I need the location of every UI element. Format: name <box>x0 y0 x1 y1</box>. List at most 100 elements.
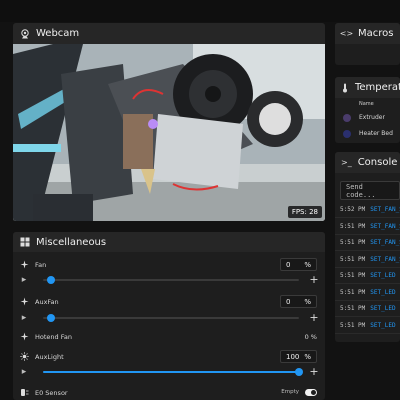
hotend-fan-value: 0 % <box>304 333 317 341</box>
heater-bed-color-swatch[interactable] <box>343 130 351 138</box>
auxfan-value-input[interactable]: 0 % <box>280 295 317 308</box>
hotend-fan-row: Hotend Fan 0 % <box>13 331 325 343</box>
console-line: 5:51 PM SET_FAN_S <box>340 223 400 230</box>
console-line-time: 5:51 PM <box>340 272 366 279</box>
extruder-color-swatch[interactable] <box>343 114 351 122</box>
fan-label: Fan <box>35 260 47 269</box>
temperatures-header[interactable]: Temperatures <box>335 77 400 98</box>
auxlight-decrease-button[interactable]: ▸ <box>19 367 29 377</box>
auxlight-slider-knob[interactable] <box>295 368 303 376</box>
fan-icon <box>20 260 29 269</box>
auxlight-label: AuxLight <box>35 352 64 361</box>
auxlight-row: AuxLight 100 % <box>13 349 325 363</box>
thermometer-icon <box>341 82 349 93</box>
console-line-command[interactable]: SET_LED <box>370 272 395 279</box>
console-line-time: 5:51 PM <box>340 222 366 230</box>
console-divider <box>335 217 400 218</box>
misc-header[interactable]: Miscellaneous <box>13 232 325 252</box>
console-line-command[interactable]: SET_FAN_S <box>370 239 400 246</box>
e0-sensor-label: E0 Sensor <box>35 388 68 397</box>
auxfan-label: AuxFan <box>35 297 59 306</box>
terminal-icon: >_ <box>341 158 352 167</box>
console-line-time: 5:51 PM <box>340 239 366 246</box>
webcam-image <box>13 44 325 221</box>
console-line: 5:51 PM SET_LED <box>340 289 396 296</box>
console-panel: >_ Console Send code... 5:52 PM SET_FAN_S… <box>335 152 400 342</box>
console-line-time: 5:51 PM <box>340 321 366 329</box>
console-divider <box>335 332 400 334</box>
webcam-title: Webcam <box>36 28 80 39</box>
top-app-bar <box>0 0 400 22</box>
macros-panel: <> Macros <box>335 23 400 65</box>
temperature-name: Extruder <box>359 114 385 121</box>
console-line-time: 5:51 PM <box>340 255 366 263</box>
temperatures-col-name: Name <box>359 101 374 107</box>
e0-sensor-toggle[interactable] <box>305 389 317 396</box>
console-line: 5:51 PM SET_LED <box>340 322 396 329</box>
macros-title: Macros <box>358 28 394 39</box>
console-line-command[interactable]: SET_LED <box>370 322 395 329</box>
sensor-icon <box>20 388 29 397</box>
console-divider <box>335 283 400 284</box>
console-divider <box>335 233 400 235</box>
webcam-stream: FPS: 28 <box>13 44 325 221</box>
console-line-command[interactable]: SET_FAN_S <box>370 223 400 230</box>
console-divider <box>335 299 400 301</box>
miscellaneous-panel: Miscellaneous Fan 0 % ▸ + AuxFan 0 % ▸ +… <box>13 232 325 400</box>
auxlight-slider[interactable]: ▸ + <box>19 366 319 377</box>
console-line: 5:51 PM SET_FAN_S <box>340 256 400 263</box>
temperatures-panel: Temperatures Name Extruder Heater Bed <box>335 77 400 143</box>
fan-value-input[interactable]: 0 % <box>280 258 317 271</box>
fan-slider-knob[interactable] <box>46 276 55 284</box>
webcam-panel: Webcam FPS: 28 <box>13 23 325 221</box>
console-line-command[interactable]: SET_LED <box>370 289 395 296</box>
auxfan-increase-button[interactable]: + <box>309 312 319 323</box>
fan-unit: % <box>304 260 311 269</box>
console-line-time: 5:51 PM <box>340 305 366 312</box>
fan-decrease-button[interactable]: ▸ <box>19 275 29 285</box>
macros-header[interactable]: <> Macros <box>335 23 400 44</box>
auxlight-unit: % <box>304 352 311 361</box>
console-divider <box>335 316 400 317</box>
console-line-command[interactable]: SET_FAN_S <box>370 206 400 213</box>
webcam-header[interactable]: Webcam <box>13 23 325 44</box>
fan-row: Fan 0 % <box>13 257 325 271</box>
console-line: 5:52 PM SET_FAN_S <box>340 206 400 213</box>
fps-counter: FPS: 28 <box>287 206 322 218</box>
code-icon: <> <box>339 29 354 38</box>
temperatures-title: Temperatures <box>355 82 400 93</box>
console-line: 5:51 PM SET_FAN_S <box>340 239 400 246</box>
auxfan-slider[interactable]: ▸ + <box>19 312 319 323</box>
console-line-command[interactable]: SET_FAN_S <box>370 256 400 263</box>
auxfan-decrease-button[interactable]: ▸ <box>19 313 29 323</box>
console-divider <box>335 266 400 268</box>
console-line-time: 5:52 PM <box>340 206 366 213</box>
temperature-name: Heater Bed <box>359 130 393 137</box>
temperature-row[interactable]: Extruder <box>335 111 400 125</box>
e0-sensor-row: E0 Sensor Empty <box>13 387 325 399</box>
auxlight-value: 100 <box>286 352 300 361</box>
console-divider <box>335 250 400 251</box>
auxlight-value-input[interactable]: 100 % <box>280 350 317 363</box>
auxfan-slider-knob[interactable] <box>46 314 55 322</box>
misc-title: Miscellaneous <box>36 236 107 248</box>
console-header[interactable]: >_ Console <box>335 152 400 173</box>
auxlight-increase-button[interactable]: + <box>309 366 319 377</box>
webcam-icon <box>19 28 30 39</box>
auxfan-unit: % <box>304 297 311 306</box>
auxfan-value: 0 <box>286 297 291 306</box>
fan-increase-button[interactable]: + <box>309 274 319 285</box>
console-line-time: 5:51 PM <box>340 288 366 296</box>
fan-slider[interactable]: ▸ + <box>19 274 319 285</box>
fan-icon <box>20 297 29 306</box>
console-line: 5:51 PM SET_LED <box>340 272 396 279</box>
console-input[interactable]: Send code... <box>340 181 400 200</box>
e0-sensor-state: Empty <box>281 389 299 395</box>
fan-value: 0 <box>286 260 291 269</box>
misc-icon <box>19 237 30 248</box>
console-line-command[interactable]: SET_LED <box>370 305 395 312</box>
hotend-fan-label: Hotend Fan <box>35 332 72 341</box>
temperature-row[interactable]: Heater Bed <box>335 127 400 141</box>
sun-icon <box>20 352 29 361</box>
console-title: Console <box>357 157 398 168</box>
